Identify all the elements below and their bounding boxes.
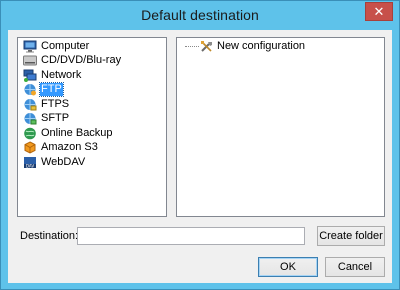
ok-button[interactable]: OK (258, 257, 318, 277)
ftps-icon (23, 98, 37, 111)
sftp-icon (23, 112, 37, 125)
dialog-title: Default destination (141, 7, 259, 23)
ftp-icon (23, 83, 37, 96)
computer-icon (23, 40, 37, 53)
network-icon (23, 69, 37, 82)
source-item-online-backup[interactable]: Online Backup (18, 126, 166, 141)
source-item-label: WebDAV (41, 155, 86, 168)
destination-input[interactable] (77, 227, 305, 245)
destination-label: Destination: (20, 230, 79, 242)
globe-icon (23, 127, 37, 140)
tree-node-new-configuration[interactable]: New configuration (177, 38, 384, 54)
source-item-amazon-s3[interactable]: Amazon S3 (18, 141, 166, 156)
source-item-label: FTP (39, 82, 64, 98)
create-folder-button[interactable]: Create folder (317, 226, 385, 246)
disc-icon (23, 54, 37, 67)
tree-node-label: New configuration (217, 40, 306, 52)
cancel-button[interactable]: Cancel (325, 257, 385, 277)
configuration-tree[interactable]: New configuration (176, 37, 385, 217)
source-item-ftp[interactable]: FTP (18, 82, 166, 98)
close-icon: ✕ (373, 3, 385, 19)
source-item-label: CD/DVD/Blu-ray (41, 54, 122, 67)
source-item-label: SFTP (41, 112, 70, 125)
svg-text:DAV: DAV (26, 163, 34, 168)
source-item-ftps[interactable]: FTPS (18, 97, 166, 112)
tree-connector (185, 45, 199, 47)
source-item-webdav[interactable]: DAV WebDAV (18, 155, 166, 170)
amazon-s3-icon (23, 141, 37, 154)
tools-icon (200, 40, 214, 53)
close-button[interactable]: ✕ (365, 2, 393, 21)
source-item-label: Computer (41, 39, 90, 52)
title-bar[interactable]: Default destination ✕ (1, 1, 399, 29)
source-item-computer[interactable]: Computer (18, 39, 166, 54)
source-item-label: Amazon S3 (41, 141, 98, 154)
source-item-label: Online Backup (41, 126, 113, 139)
source-item-label: FTPS (41, 97, 70, 110)
dialog-window: Default destination ✕ Computer CD/DVD/Blu… (0, 0, 400, 290)
webdav-icon: DAV (23, 156, 37, 169)
dialog-body: Computer CD/DVD/Blu-ray Network FTP FTPS SFTP… (8, 30, 392, 283)
source-item-sftp[interactable]: SFTP (18, 112, 166, 127)
source-item-label: Network (41, 68, 82, 81)
source-item-cd-dvd-blu-ray[interactable]: CD/DVD/Blu-ray (18, 54, 166, 69)
source-item-network[interactable]: Network (18, 68, 166, 83)
source-list[interactable]: Computer CD/DVD/Blu-ray Network FTP FTPS SFTP… (17, 37, 167, 217)
